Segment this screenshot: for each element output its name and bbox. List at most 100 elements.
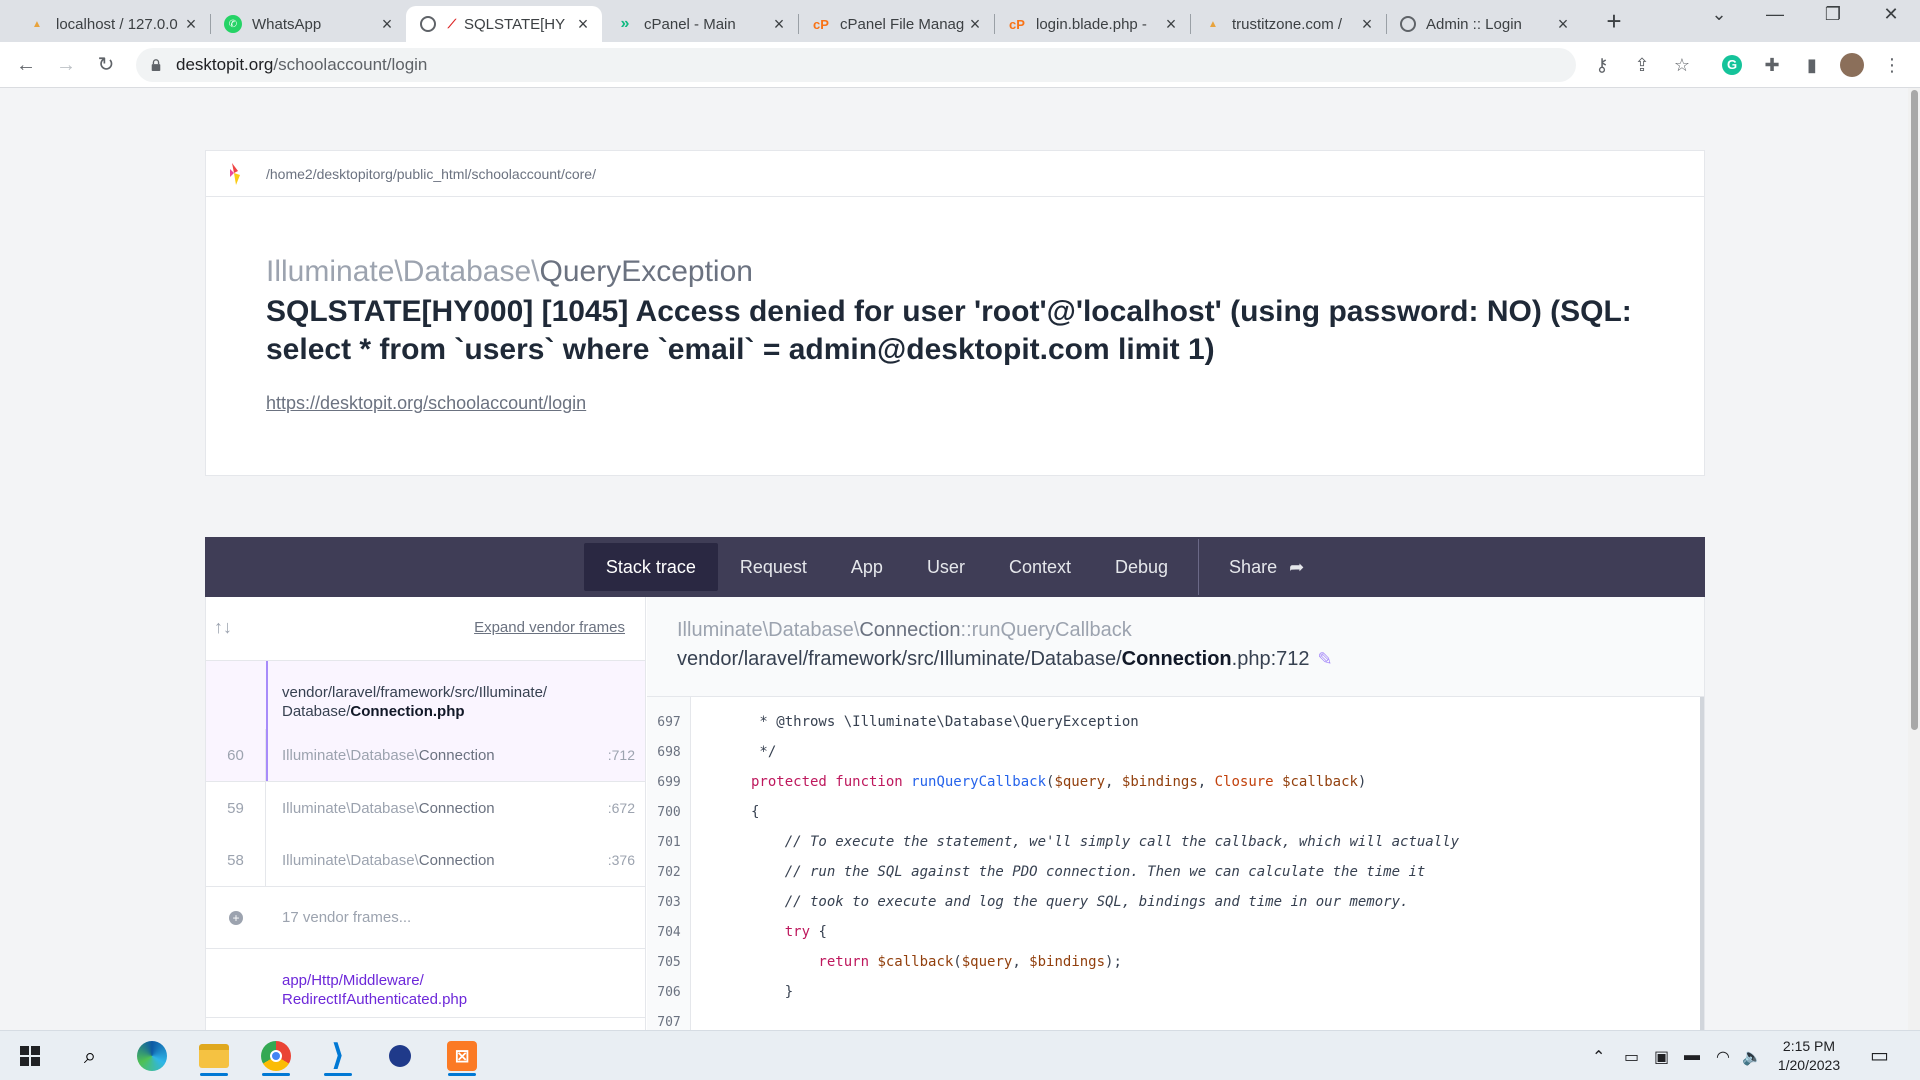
- frames-header: ↑↓ Expand vendor frames: [206, 597, 645, 661]
- reload-button[interactable]: ↻: [92, 51, 120, 79]
- frame-row[interactable]: 58 Illuminate\Database\Connection :376: [206, 834, 645, 886]
- file-explorer-icon[interactable]: [192, 1036, 236, 1076]
- tray-chevron-icon[interactable]: ⌃: [1592, 1047, 1605, 1067]
- code-line: 699 protected function runQueryCallback($…: [657, 774, 1367, 790]
- vscode-icon[interactable]: ⟩: [316, 1036, 360, 1076]
- close-tab-icon[interactable]: ×: [182, 14, 200, 35]
- code-line: 701 // To execute the statement, we'll s…: [657, 834, 1460, 850]
- code-scrollbar[interactable]: [1700, 697, 1704, 1030]
- restore-button[interactable]: ❐: [1810, 4, 1856, 25]
- close-tab-icon[interactable]: ×: [966, 14, 984, 35]
- bookmark-star-icon[interactable]: ☆: [1670, 53, 1694, 77]
- extensions-icon[interactable]: ✚: [1760, 53, 1784, 77]
- error-nav-tabs: Stack trace Request App User Context Deb…: [205, 537, 1705, 597]
- root-path-bar: /home2/desktopitorg/public_html/schoolac…: [206, 151, 1704, 197]
- meet-now-icon[interactable]: ▭: [1624, 1047, 1639, 1067]
- browser-toolbar: ← → ↻ desktopit.org/schoolaccount/login …: [0, 42, 1920, 88]
- browser-tab[interactable]: ▲ localhost / 127.0.0 ×: [14, 6, 210, 42]
- close-window-button[interactable]: ✕: [1868, 4, 1914, 25]
- frame-group-active[interactable]: vendor/laravel/framework/src/Illuminate/…: [206, 661, 645, 782]
- globe-icon: [420, 16, 436, 32]
- page-scrollbar[interactable]: [1908, 88, 1920, 1030]
- tab-debug[interactable]: Debug: [1093, 543, 1190, 591]
- windows-taskbar: ⌕ ⟩ ⊠ ⌃ ▭ ▣ ▬ ◠ 🔈 2:15 PM 1/20/2023 ▭: [0, 1030, 1920, 1080]
- close-tab-icon[interactable]: ×: [1162, 14, 1180, 35]
- url-text: desktopit.org/schoolaccount/login: [176, 55, 428, 74]
- phpmyadmin-icon: ▲: [32, 18, 42, 30]
- browser-tab[interactable]: ▲ trustitzone.com / ×: [1190, 6, 1386, 42]
- code-line: 703 // took to execute and log the query…: [657, 894, 1409, 910]
- xampp-icon[interactable]: ⊠: [440, 1036, 484, 1076]
- app-icon[interactable]: [378, 1036, 422, 1076]
- chrome-icon[interactable]: [254, 1036, 298, 1076]
- expand-vendor-frames-link[interactable]: Expand vendor frames: [474, 619, 625, 636]
- close-tab-icon[interactable]: ×: [1554, 14, 1572, 35]
- address-bar[interactable]: desktopit.org/schoolaccount/login: [136, 48, 1576, 82]
- volume-icon[interactable]: 🔈: [1742, 1047, 1762, 1067]
- system-clock[interactable]: 2:15 PM 1/20/2023: [1764, 1037, 1854, 1075]
- browser-tab[interactable]: Admin :: Login ×: [1386, 6, 1582, 42]
- minimize-button[interactable]: —: [1752, 4, 1798, 25]
- screen-icon[interactable]: ▣: [1654, 1047, 1669, 1067]
- frame-group-app[interactable]: app/Http/Middleware/RedirectIfAuthentica…: [206, 949, 645, 1018]
- browser-tab[interactable]: ✆ WhatsApp ×: [210, 6, 406, 42]
- frame-detail: Illuminate\Database\Connection::runQuery…: [647, 597, 1704, 1030]
- edit-pencil-icon[interactable]: ✎: [1318, 649, 1333, 669]
- cpanel-arrow-icon: »: [620, 15, 630, 32]
- grammarly-icon[interactable]: G: [1720, 53, 1744, 77]
- exception-message: SQLSTATE[HY000] [1045] Access denied for…: [266, 295, 1632, 366]
- frame-file: vendor/laravel/framework/src/Illuminate/…: [282, 684, 548, 720]
- forward-button[interactable]: →: [52, 51, 80, 79]
- browser-tab[interactable]: » cPanel - Main ×: [602, 6, 798, 42]
- search-icon[interactable]: ⌕: [68, 1036, 112, 1076]
- close-tab-icon[interactable]: ×: [574, 14, 592, 35]
- windows-start-icon[interactable]: [8, 1036, 52, 1076]
- tab-search-icon[interactable]: ⌄: [1696, 4, 1742, 25]
- edge-icon[interactable]: [130, 1036, 174, 1076]
- back-button[interactable]: ←: [12, 51, 40, 79]
- tab-stack-trace[interactable]: Stack trace: [583, 543, 718, 591]
- browser-tab-active[interactable]: ⟋ SQLSTATE[HY ×: [406, 6, 602, 42]
- notifications-icon[interactable]: ▭: [1870, 1043, 1889, 1068]
- browser-tab-strip: ▲ localhost / 127.0.0 × ✆ WhatsApp × ⟋ S…: [0, 0, 1920, 42]
- frames-list: ↑↓ Expand vendor frames vendor/laravel/f…: [206, 597, 646, 1030]
- code-line: 706 }: [657, 984, 794, 1000]
- frame-nav-arrows-icon[interactable]: ↑↓: [214, 617, 232, 638]
- code-line: 705 return $callback($query, $bindings);: [657, 954, 1122, 970]
- wifi-icon[interactable]: ◠: [1716, 1047, 1730, 1067]
- new-tab-button[interactable]: +: [1600, 8, 1628, 36]
- share-button[interactable]: Share ➦: [1207, 543, 1326, 591]
- whatsapp-icon: ✆: [224, 15, 242, 33]
- profile-avatar[interactable]: [1840, 53, 1864, 77]
- code-line: 700{: [657, 804, 760, 820]
- cpanel-icon: cP: [813, 16, 829, 32]
- close-tab-icon[interactable]: ×: [1358, 14, 1376, 35]
- tab-context[interactable]: Context: [987, 543, 1093, 591]
- side-panel-icon[interactable]: ▮: [1800, 53, 1824, 77]
- phpmyadmin-icon: ▲: [1208, 18, 1218, 30]
- close-tab-icon[interactable]: ×: [378, 14, 396, 35]
- code-snippet: 697 * @throws \Illuminate\Database\Query…: [647, 697, 1704, 1030]
- request-url-link[interactable]: https://desktopit.org/schoolaccount/logi…: [266, 393, 586, 414]
- exception-card: /home2/desktopitorg/public_html/schoolac…: [205, 150, 1705, 476]
- ignition-logo-icon: [230, 163, 240, 185]
- frame-row[interactable]: 60 Illuminate\Database\Connection :712: [206, 729, 645, 781]
- battery-icon[interactable]: ▬: [1684, 1047, 1700, 1065]
- share-page-icon[interactable]: ⇪: [1630, 53, 1654, 77]
- cpanel-icon: cP: [1009, 16, 1025, 32]
- frame-method: Illuminate\Database\Connection::runQuery…: [677, 619, 1132, 641]
- code-line: 707: [657, 1015, 681, 1030]
- key-icon[interactable]: ⚷: [1590, 53, 1614, 77]
- browser-tab[interactable]: cP login.blade.php - ×: [994, 6, 1190, 42]
- browser-tab[interactable]: cP cPanel File Manag ×: [798, 6, 994, 42]
- share-arrow-icon: ➦: [1289, 556, 1305, 577]
- tab-request[interactable]: Request: [718, 543, 829, 591]
- vendor-frames-toggle[interactable]: + 17 vendor frames...: [206, 887, 645, 949]
- tab-app[interactable]: App: [829, 543, 905, 591]
- stack-trace-panel: ↑↓ Expand vendor frames vendor/laravel/f…: [205, 597, 1705, 1030]
- close-tab-icon[interactable]: ×: [770, 14, 788, 35]
- frame-row[interactable]: 59 Illuminate\Database\Connection :672: [206, 782, 645, 834]
- tab-user[interactable]: User: [905, 543, 987, 591]
- scrollbar-thumb[interactable]: [1911, 90, 1918, 730]
- menu-kebab-icon[interactable]: ⋮: [1880, 53, 1904, 77]
